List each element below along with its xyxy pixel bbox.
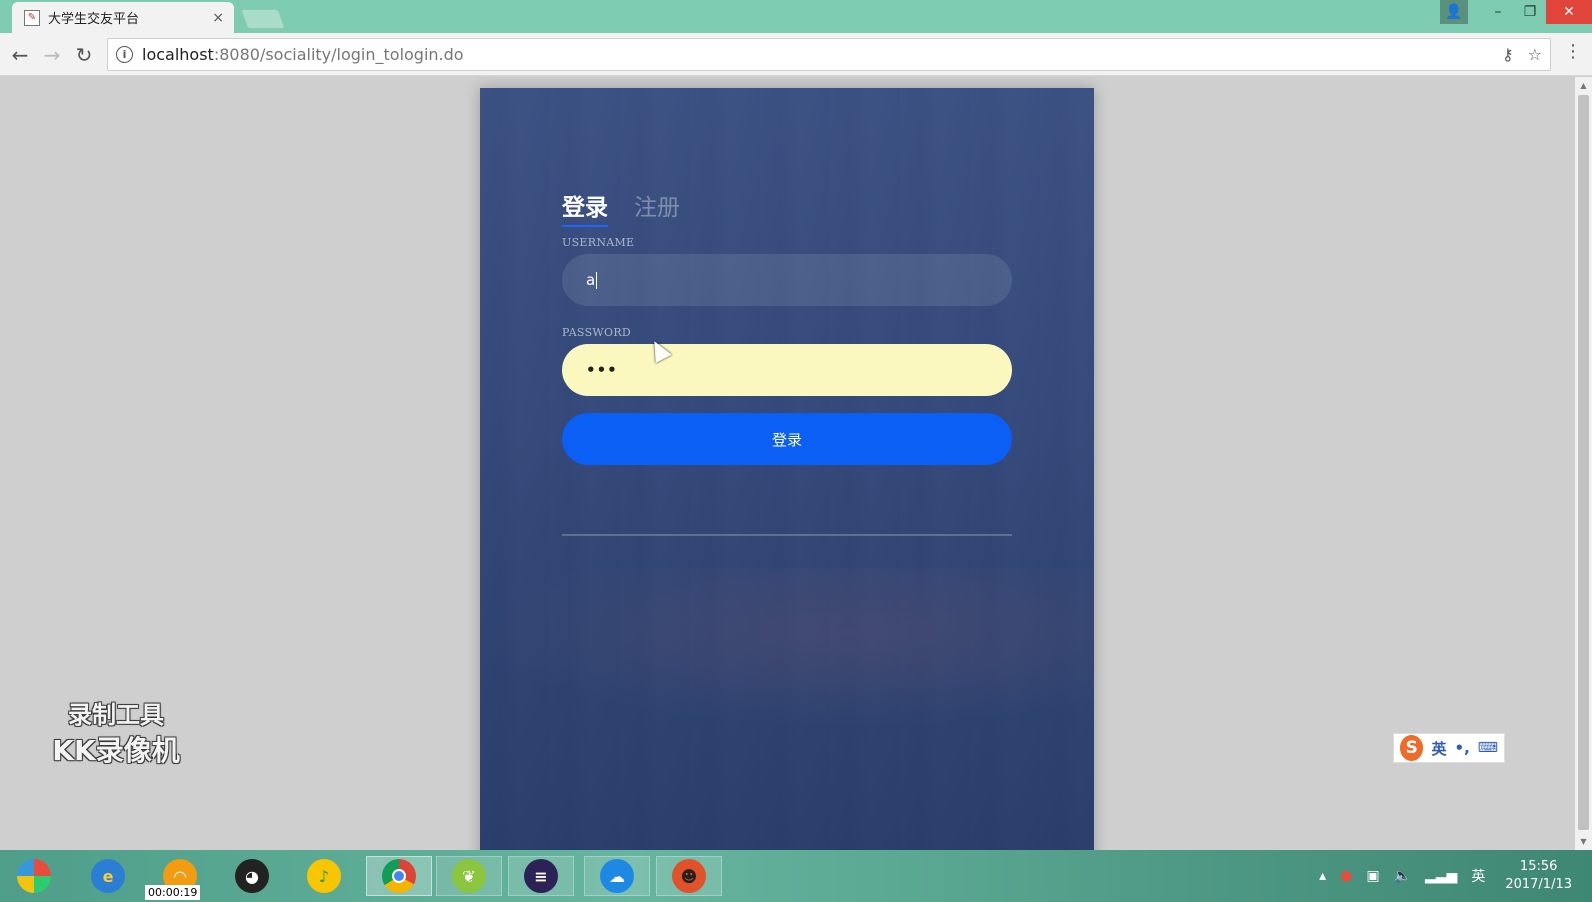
password-input[interactable]: ••• [562, 344, 1012, 396]
app-leaf-icon[interactable]: ❦ [436, 856, 502, 896]
close-window-button[interactable]: ✕ [1546, 0, 1592, 24]
recording-timer: 00:00:19 [145, 885, 201, 900]
window-controls: 👤 – ❐ ✕ [1440, 0, 1592, 24]
user-profile-icon[interactable]: 👤 [1440, 0, 1468, 24]
password-label: PASSWORD [562, 326, 632, 339]
clock-date: 2017/1/13 [1505, 877, 1572, 892]
omnibox-actions: ⚷ ☆ [1502, 45, 1542, 64]
new-tab-button[interactable] [240, 9, 286, 29]
reload-icon[interactable]: ↻ [71, 42, 97, 68]
browser-titlebar: ✎ 大学生交友平台 × 👤 – ❐ ✕ [0, 0, 1592, 33]
menu-icon[interactable]: ⋮ [1564, 43, 1582, 61]
url-host: localhost [142, 45, 214, 64]
info-icon[interactable]: i [116, 46, 133, 63]
username-value: a [586, 271, 596, 289]
page-viewport: 登录 注册 USERNAME a PASSWORD ••• 登录 录制工具 KK… [0, 77, 1575, 850]
scrollbar-thumb[interactable] [1578, 95, 1589, 830]
music-player-icon[interactable]: ♪ [300, 856, 348, 896]
tab-close-icon[interactable]: × [212, 10, 224, 26]
ime-language-toggle[interactable]: 英 [1431, 738, 1446, 759]
antivirus-icon[interactable]: ● [1340, 868, 1352, 884]
windows-taskbar: e ◠ ◕ ♪ ❦ ≡ ☁ ☻ ▴ ● ▣ 🔈 ▂▃▅ 英 15:56 2017… [0, 850, 1592, 902]
ime-toolbar[interactable]: S 英 •, ⌨ [1393, 733, 1505, 763]
page-favicon-icon: ✎ [24, 9, 40, 26]
sogou-logo-icon[interactable]: S [1400, 735, 1424, 761]
scroll-up-arrow-icon[interactable]: ▲ [1575, 77, 1592, 94]
auth-tabs: 登录 注册 [562, 188, 680, 227]
watermark-line-1: 录制工具 [68, 701, 164, 729]
network-device-icon[interactable]: ▣ [1366, 868, 1379, 884]
tab-title: 大学生交友平台 [48, 12, 140, 27]
system-clock[interactable]: 15:56 2017/1/13 [1505, 858, 1572, 894]
username-label: USERNAME [562, 236, 635, 249]
system-tray: ▴ ● ▣ 🔈 ▂▃▅ 英 15:56 2017/1/13 [1319, 850, 1572, 902]
minimize-button[interactable]: – [1482, 0, 1514, 24]
card-divider [562, 534, 1012, 536]
clock-time: 15:56 [1519, 859, 1558, 874]
keyboard-icon[interactable]: ⌨ [1478, 740, 1498, 756]
game-character-icon[interactable]: ☻ [656, 856, 722, 896]
qq-penguin-icon[interactable]: ◕ [228, 856, 276, 896]
tab-register[interactable]: 注册 [634, 188, 680, 227]
recorder-watermark: 录制工具 KK录像机 [36, 697, 196, 769]
volume-icon[interactable]: 🔈 [1394, 868, 1411, 884]
login-card: 登录 注册 USERNAME a PASSWORD ••• 登录 [480, 88, 1094, 850]
watermark-line-2: KK录像机 [52, 734, 180, 767]
key-icon[interactable]: ⚷ [1502, 45, 1514, 64]
restore-button[interactable]: ❐ [1514, 0, 1546, 24]
forward-arrow-icon[interactable]: → [39, 42, 65, 68]
signal-icon[interactable]: ▂▃▅ [1425, 868, 1457, 884]
browser-tab-active[interactable]: ✎ 大学生交友平台 × [12, 2, 234, 33]
tray-ime-language[interactable]: 英 [1471, 866, 1485, 886]
star-icon[interactable]: ☆ [1528, 45, 1542, 64]
ime-punctuation-toggle[interactable]: •, [1454, 739, 1469, 757]
login-submit-button[interactable]: 登录 [562, 413, 1012, 465]
scroll-down-arrow-icon[interactable]: ▼ [1575, 833, 1592, 850]
username-input[interactable]: a [562, 254, 1012, 306]
url-path: :8080/sociality/login_tologin.do [213, 45, 464, 64]
tab-login[interactable]: 登录 [562, 188, 608, 227]
start-orb-icon[interactable] [10, 856, 58, 896]
edge-like-icon[interactable]: ☁ [584, 856, 650, 896]
tray-expand-icon[interactable]: ▴ [1319, 868, 1326, 884]
back-arrow-icon[interactable]: ← [7, 42, 33, 68]
browser-toolbar: ← → ↻ i localhost :8080/sociality/login_… [0, 33, 1592, 76]
text-caret [596, 271, 598, 289]
eclipse-icon[interactable]: ≡ [508, 856, 574, 896]
ie-browser-icon[interactable]: e [84, 856, 132, 896]
page-scrollbar[interactable]: ▲ ▼ [1575, 77, 1592, 850]
address-bar[interactable]: i localhost :8080/sociality/login_tologi… [107, 38, 1551, 71]
chrome-icon[interactable] [366, 856, 432, 896]
password-value: ••• [586, 361, 618, 379]
